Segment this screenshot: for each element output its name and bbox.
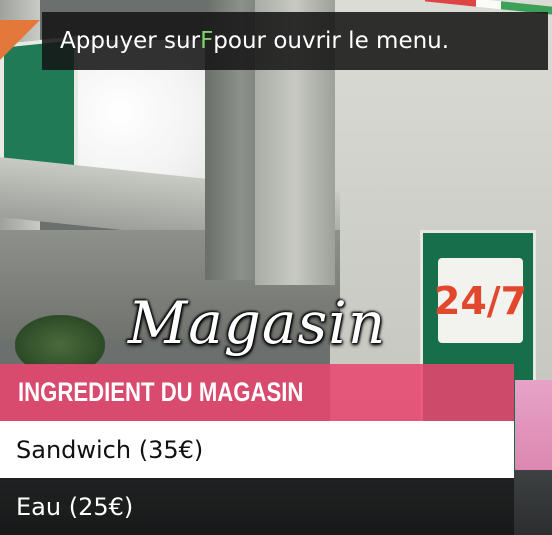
menu-subtitle: INGREDIENT DU MAGASIN [0, 364, 514, 421]
help-key: F [200, 28, 214, 54]
menu-item-sandwich[interactable]: Sandwich (35€) [0, 421, 514, 478]
menu-item-list: Sandwich (35€) Eau (25€) [0, 421, 514, 535]
menu-item-eau[interactable]: Eau (25€) [0, 478, 514, 535]
sign-accent [0, 20, 40, 60]
help-text-prefix: Appuyer sur [60, 28, 201, 54]
menu-item-label: Eau (25€) [16, 492, 134, 521]
menu-title: Magasin [127, 289, 387, 357]
menu-item-label: Sandwich (35€) [16, 435, 204, 464]
help-text-suffix: pour ouvrir le menu. [213, 28, 450, 54]
help-notification: Appuyer sur F pour ouvrir le menu. [42, 12, 548, 70]
menu-subtitle-label: INGREDIENT DU MAGASIN [18, 377, 304, 407]
